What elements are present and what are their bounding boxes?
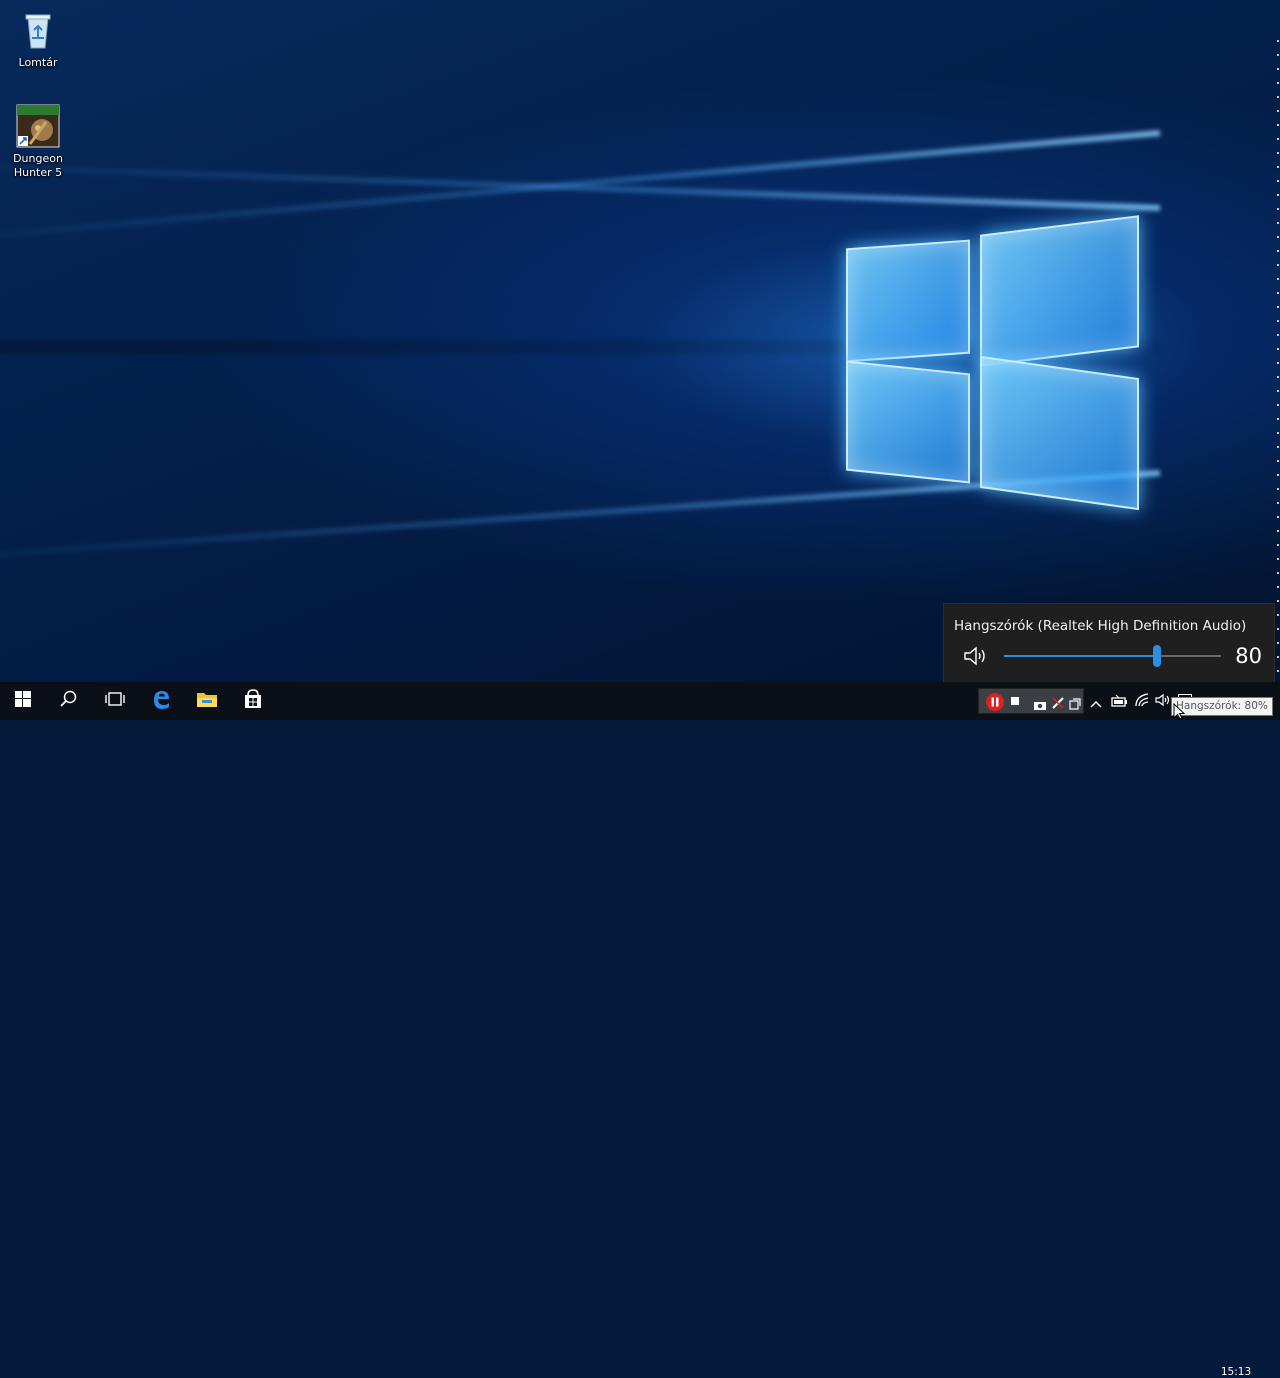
window-select-icon[interactable]: [1069, 695, 1081, 714]
search-button[interactable]: [46, 682, 92, 720]
edge-button[interactable]: [138, 682, 184, 720]
volume-flyout: Hangszórók (Realtek High Definition Audi…: [943, 603, 1275, 682]
store-icon: [243, 689, 263, 713]
file-explorer-button[interactable]: [184, 682, 230, 720]
start-button[interactable]: [0, 682, 46, 720]
start-icon: [15, 691, 31, 711]
windows-logo-pane: [980, 355, 1139, 511]
windows-logo-pane: [846, 239, 970, 363]
light-beam: [0, 161, 1161, 211]
file-explorer-icon: [196, 690, 218, 712]
audio-device-title: Hangszórók (Realtek High Definition Audi…: [954, 618, 1247, 634]
recycle-bin-icon: [16, 8, 60, 52]
mouse-cursor-icon: [1173, 702, 1186, 724]
task-view-icon: [105, 691, 125, 711]
desktop-icon-recycle-bin[interactable]: Lomtár: [6, 8, 70, 70]
desktop-icon-label: Lomtár: [18, 56, 58, 69]
record-pause-icon[interactable]: [985, 692, 1005, 716]
speaker-mute-icon[interactable]: [962, 644, 990, 672]
volume-tooltip: Hangszórók: 80%: [1171, 697, 1273, 716]
volume-value: 80: [1235, 644, 1262, 668]
network-icon[interactable]: [1134, 692, 1150, 712]
taskbar: 15:13: [0, 682, 1280, 1378]
draw-tool-icon[interactable]: [1051, 695, 1065, 714]
screen-edge-artifact: [1277, 40, 1279, 680]
search-icon: [60, 690, 78, 712]
recorder-toolbar: [978, 688, 1084, 714]
battery-icon[interactable]: [1110, 693, 1128, 712]
show-hidden-icons-chevron-icon[interactable]: [1090, 694, 1102, 713]
taskbar-clock[interactable]: 15:13: [1214, 1366, 1258, 1378]
task-view-button[interactable]: [92, 682, 138, 720]
stop-icon[interactable]: [1011, 697, 1019, 705]
volume-slider-track[interactable]: [1004, 645, 1221, 667]
volume-slider-fill: [1004, 655, 1157, 657]
store-button[interactable]: [230, 682, 276, 720]
windows-logo-pane: [980, 215, 1139, 367]
game-shortcut-icon: [16, 104, 60, 148]
volume-tray-icon[interactable]: [1154, 692, 1172, 712]
desktop-icon-dungeon-hunter[interactable]: Dungeon Hunter 5: [6, 104, 70, 180]
desktop: Lomtár Dungeon Hunter 5: [0, 0, 1280, 682]
desktop-icon-label: Dungeon Hunter 5: [13, 152, 63, 179]
camera-icon[interactable]: [1033, 696, 1047, 715]
edge-icon: [150, 688, 172, 714]
volume-slider-thumb[interactable]: [1152, 645, 1161, 667]
windows-logo-pane: [846, 360, 970, 484]
